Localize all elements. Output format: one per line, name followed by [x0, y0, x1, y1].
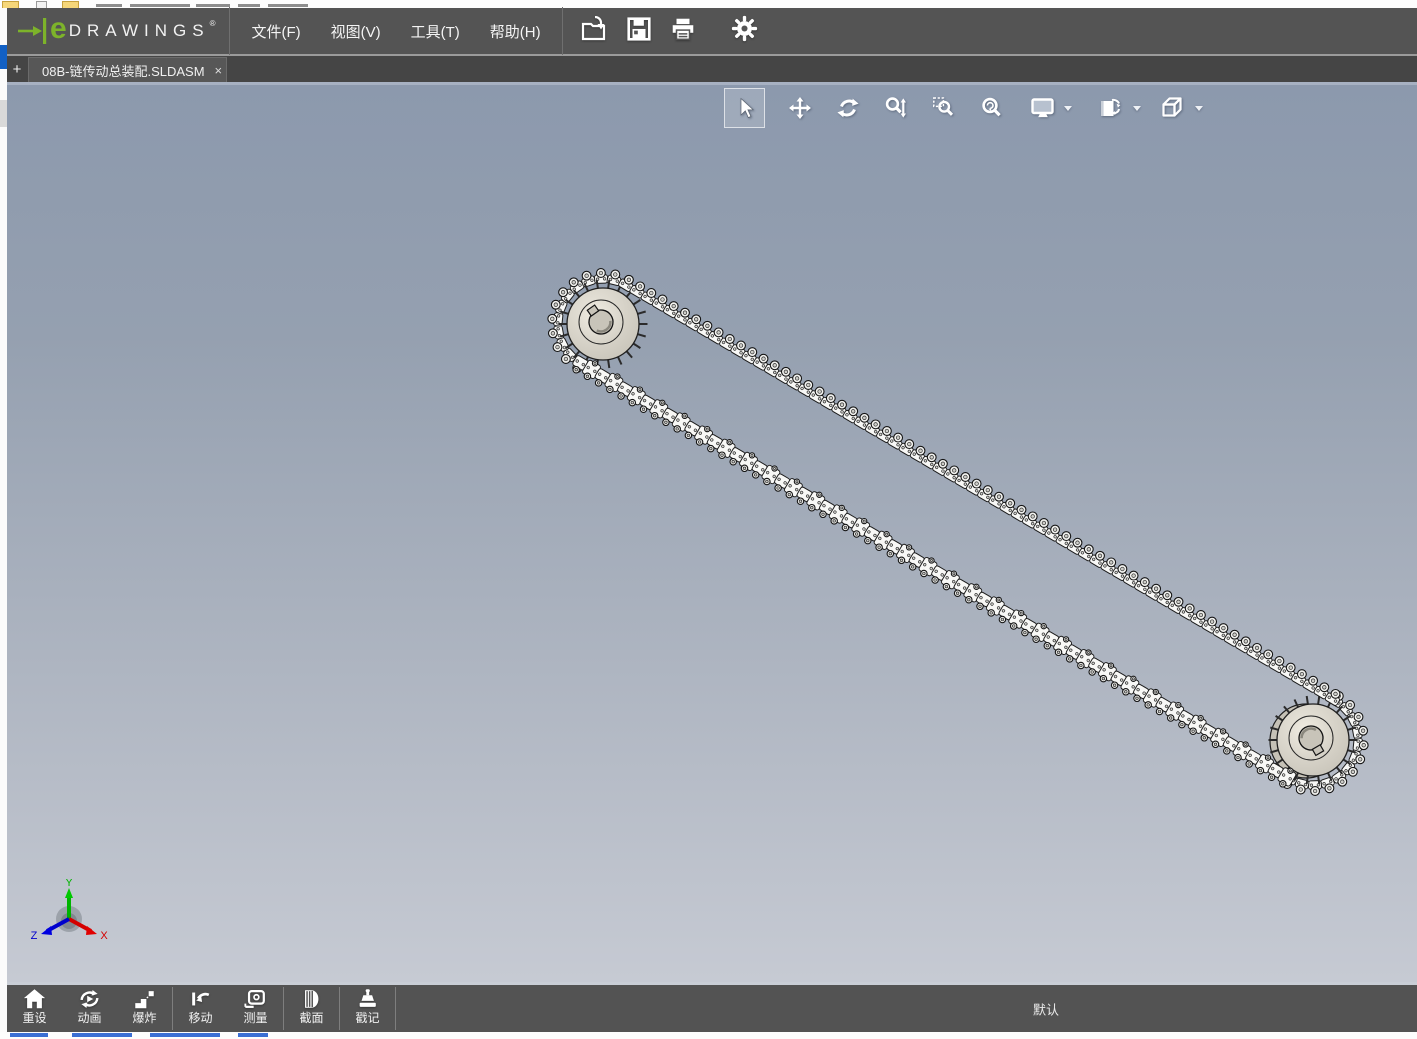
- menu-help[interactable]: 帮助(H): [475, 8, 556, 54]
- explode-icon: [135, 991, 154, 1009]
- rotate-icon: [837, 98, 859, 118]
- options-button[interactable]: [723, 9, 767, 53]
- animation-icon: [80, 989, 99, 1009]
- pan-icon: [789, 97, 811, 119]
- quick-toolbar: [563, 8, 767, 54]
- menu-items: 文件(F) 视图(V) 工具(T) 帮助(H): [230, 8, 561, 54]
- display-mode-button[interactable]: [1026, 88, 1060, 128]
- chevron-down-icon: [1195, 105, 1203, 111]
- menu-view[interactable]: 视图(V): [316, 8, 396, 54]
- axis-x-label: X: [100, 930, 108, 942]
- tab-close-icon[interactable]: ×: [215, 63, 223, 78]
- monitor-icon: [1031, 98, 1054, 118]
- 3d-model-chain-assembly[interactable]: [7, 85, 1417, 982]
- background-window-left-strip: [0, 8, 7, 1032]
- print-icon: [670, 16, 696, 47]
- measure-icon: [244, 990, 265, 1008]
- background-window-top-strip: [0, 0, 1417, 8]
- select-arrow-icon: [740, 97, 754, 119]
- menubar: e DRAWINGS ® 文件(F) 视图(V) 工具(T) 帮助(H): [7, 7, 1417, 56]
- save-icon: [626, 16, 652, 47]
- configuration-label: 默认: [1032, 1002, 1059, 1017]
- zoom-fit-icon: [982, 97, 1001, 117]
- zoom-fit-tool-button[interactable]: [975, 88, 1009, 128]
- section-icon: [305, 990, 319, 1008]
- cube-icon: [1162, 97, 1182, 117]
- tab-title: 08B-链传动总装配.SLDASM: [42, 63, 205, 79]
- edrawings-logo: e DRAWINGS ®: [7, 8, 229, 54]
- print-button[interactable]: [661, 9, 705, 53]
- view-orientation-dropdown[interactable]: [1192, 88, 1206, 128]
- axis-y-label: Y: [65, 879, 73, 889]
- display-mode-dropdown[interactable]: [1061, 88, 1075, 128]
- logo-registered: ®: [209, 18, 216, 28]
- menu-tools[interactable]: 工具(T): [396, 8, 475, 54]
- logo-name: DRAWINGS: [68, 21, 210, 40]
- axis-triad: Y X Z: [31, 879, 109, 942]
- section-button[interactable]: 截面: [284, 985, 339, 1032]
- viewport[interactable]: Y X Z: [7, 85, 1417, 982]
- view-orientation-button[interactable]: [1155, 88, 1189, 128]
- folder-icon: [2, 1, 19, 8]
- animation-button[interactable]: 动画: [62, 985, 117, 1032]
- zoom-tool-button[interactable]: [879, 88, 913, 128]
- markup-pages-dropdown[interactable]: [1130, 88, 1144, 128]
- rotate-tool-button[interactable]: [831, 88, 865, 128]
- folder-icon: [62, 1, 79, 8]
- stamp-icon: [359, 989, 376, 1007]
- logo-arrow-icon: [18, 18, 47, 44]
- measure-button[interactable]: 测量: [228, 985, 283, 1032]
- select-tool-button[interactable]: [724, 88, 765, 128]
- bottom-toolbar: 重设 动画 爆炸 移动 测量 截面 戳记 默认: [7, 985, 1417, 1032]
- move-button[interactable]: 移动: [173, 985, 228, 1032]
- open-button[interactable]: [573, 9, 617, 53]
- chevron-down-icon: [1133, 105, 1141, 111]
- edrawings-window: e DRAWINGS ® 文件(F) 视图(V) 工具(T) 帮助(H) + 0…: [7, 7, 1417, 1032]
- zoom-area-tool-button[interactable]: [927, 88, 961, 128]
- document-icon: [36, 1, 47, 8]
- open-icon: [581, 15, 609, 47]
- reset-button[interactable]: 重设: [7, 985, 62, 1032]
- axis-z-label: Z: [31, 930, 38, 942]
- menu-file[interactable]: 文件(F): [236, 8, 315, 54]
- logo-e: e: [50, 12, 67, 45]
- new-tab-button[interactable]: +: [9, 60, 25, 80]
- chevron-down-icon: [1064, 105, 1072, 111]
- background-window-bottom-strip: [0, 1032, 1417, 1039]
- home-icon: [23, 989, 46, 1009]
- stamp-button[interactable]: 戳记: [340, 985, 395, 1032]
- markup-pages-icon: [1101, 98, 1121, 116]
- document-tab[interactable]: 08B-链传动总装配.SLDASM ×: [28, 57, 227, 82]
- markup-pages-button[interactable]: [1093, 88, 1127, 128]
- move-icon: [192, 992, 210, 1006]
- options-gear-icon: [731, 15, 758, 47]
- pan-tool-button[interactable]: [783, 88, 817, 128]
- view-toolbar: [724, 86, 1206, 130]
- save-button[interactable]: [617, 9, 661, 53]
- explode-button[interactable]: 爆炸: [117, 985, 172, 1032]
- zoom-in-out-icon: [885, 97, 906, 118]
- tab-bar: + 08B-链传动总装配.SLDASM ×: [7, 56, 1417, 82]
- zoom-area-icon: [933, 97, 954, 116]
